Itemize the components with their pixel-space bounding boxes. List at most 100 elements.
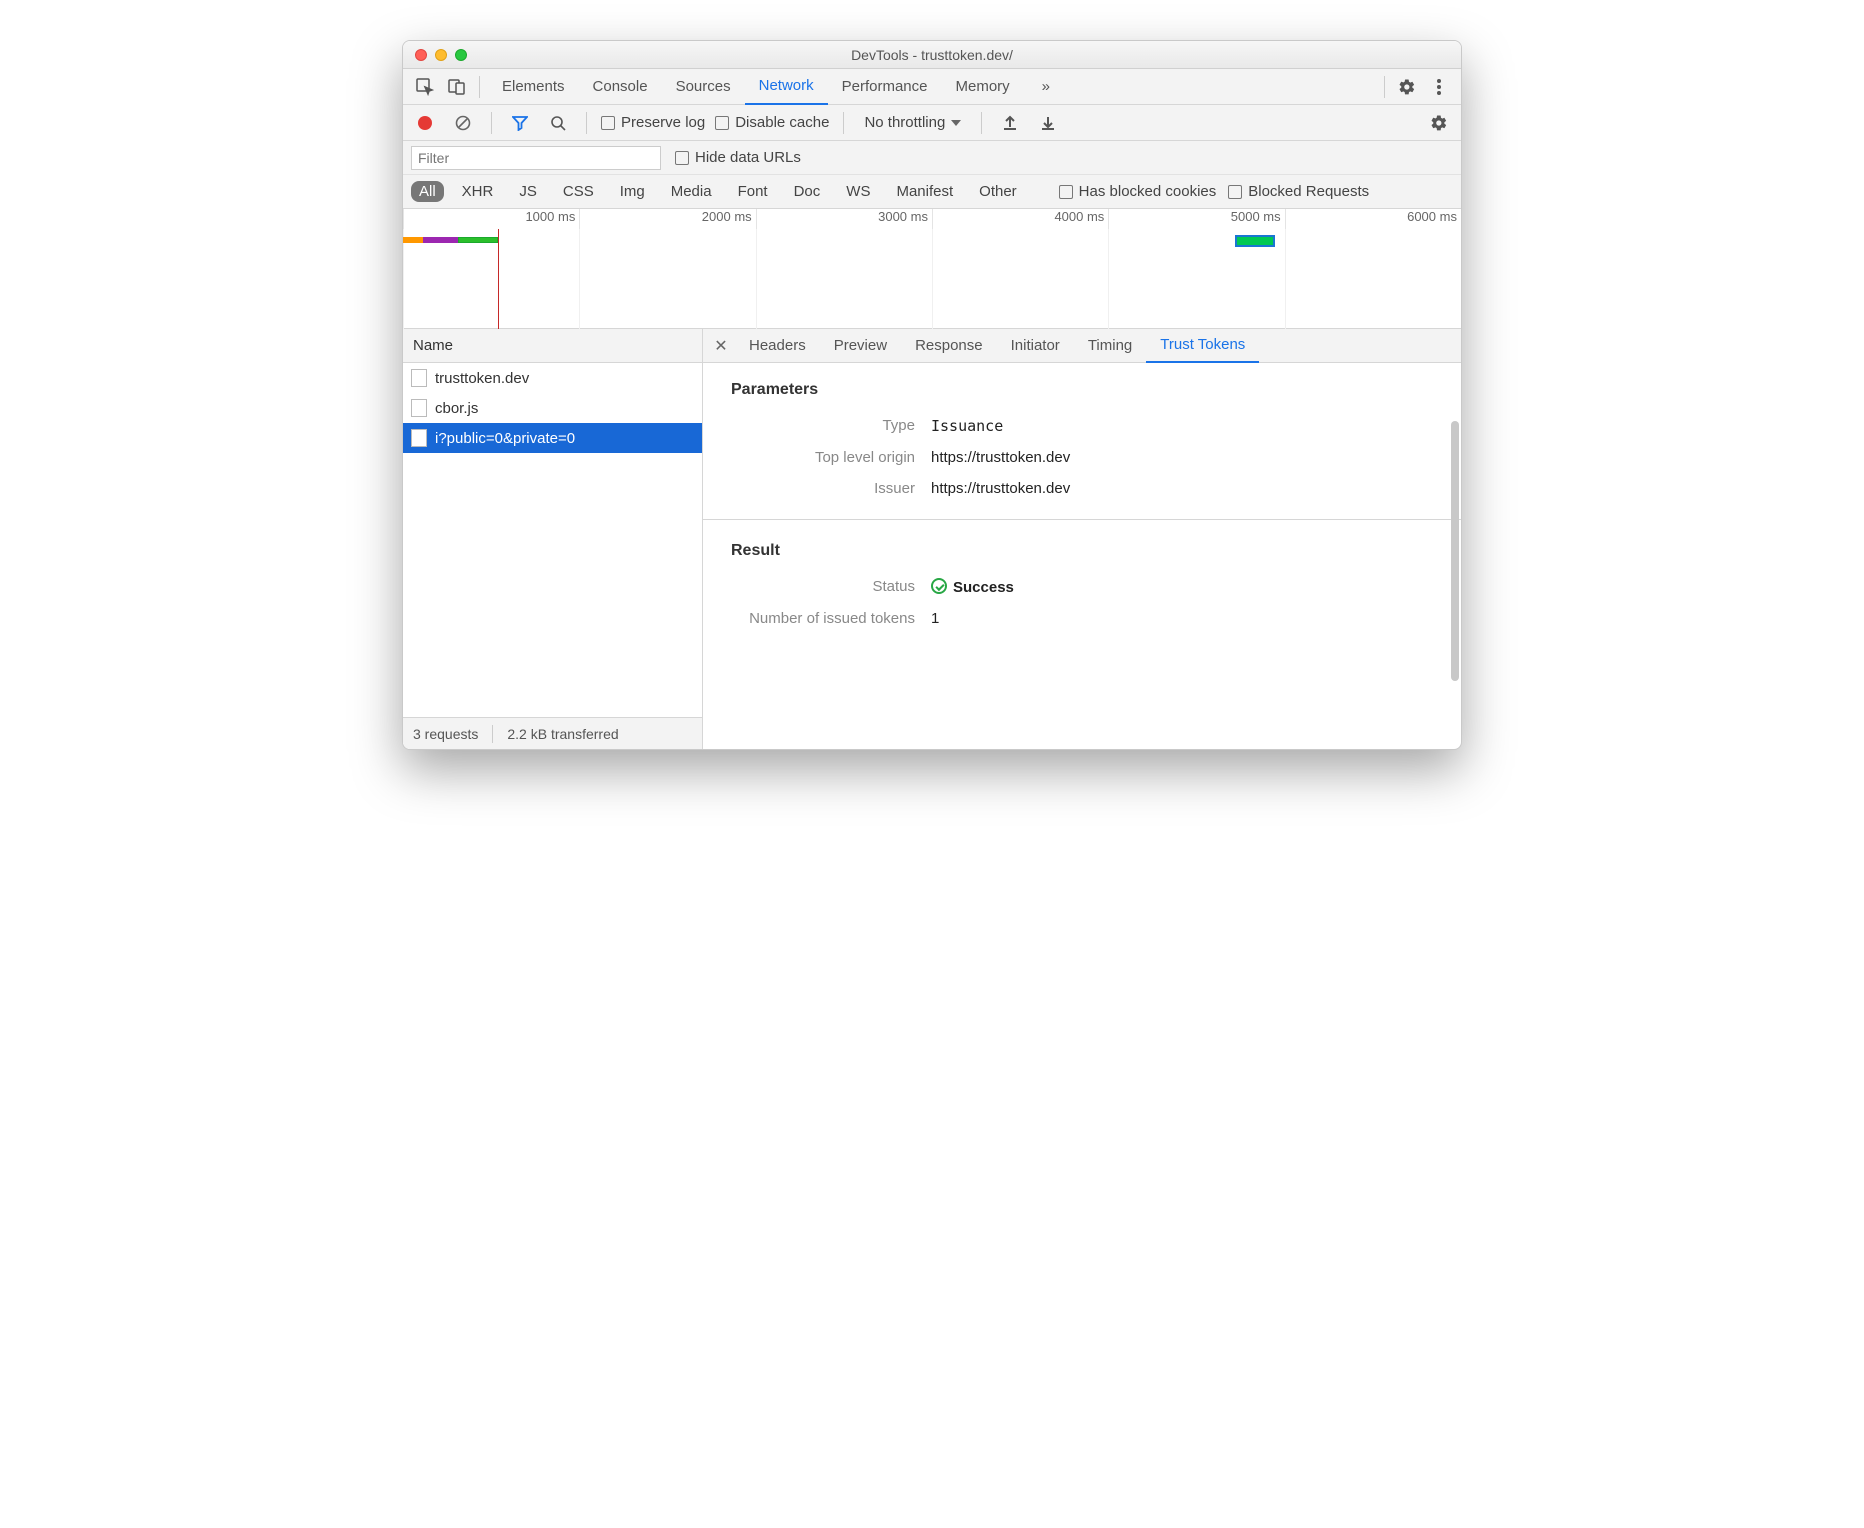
type-chip-js[interactable]: JS — [511, 181, 545, 202]
param-row: Issuerhttps://trusttoken.dev — [731, 480, 1433, 497]
type-chip-media[interactable]: Media — [663, 181, 720, 202]
detail-tabs: ✕ HeadersPreviewResponseInitiatorTimingT… — [703, 329, 1461, 363]
section-divider — [703, 519, 1461, 520]
tab-elements[interactable]: Elements — [488, 69, 579, 105]
status-value: Success — [931, 578, 1433, 596]
timeline-tick: 3000 ms — [756, 209, 932, 229]
download-har-icon[interactable] — [1034, 109, 1062, 137]
result-section-title: Result — [731, 542, 1433, 560]
document-icon — [411, 429, 427, 447]
divider — [586, 112, 587, 134]
trust-tokens-panel: Parameters TypeIssuanceTop level originh… — [703, 363, 1461, 749]
request-name: trusttoken.dev — [435, 370, 529, 387]
detail-tab-trust-tokens[interactable]: Trust Tokens — [1146, 329, 1259, 363]
document-icon — [411, 369, 427, 387]
type-chip-font[interactable]: Font — [730, 181, 776, 202]
type-chip-xhr[interactable]: XHR — [454, 181, 502, 202]
timeline-tick: 4000 ms — [932, 209, 1108, 229]
detail-tab-initiator[interactable]: Initiator — [997, 329, 1074, 363]
type-chip-img[interactable]: Img — [612, 181, 653, 202]
divider — [492, 725, 493, 743]
document-icon — [411, 399, 427, 417]
has-blocked-cookies-checkbox[interactable]: Has blocked cookies — [1059, 183, 1217, 200]
device-toolbar-icon[interactable] — [443, 73, 471, 101]
blocked-requests-checkbox[interactable]: Blocked Requests — [1228, 183, 1369, 200]
network-split-view: Name trusttoken.dev cbor.js i?public=0&pri… — [403, 329, 1461, 749]
overflow-tabs-button[interactable]: » — [1028, 69, 1064, 105]
request-item[interactable]: trusttoken.dev — [403, 363, 702, 393]
scrollbar[interactable] — [1451, 421, 1459, 681]
request-list-header: Name — [403, 329, 702, 363]
request-list: trusttoken.dev cbor.js i?public=0&private=… — [403, 363, 702, 717]
timeline-segment — [458, 237, 498, 243]
blocked-requests-label: Blocked Requests — [1248, 183, 1369, 200]
timeline-segment — [423, 237, 458, 243]
hide-data-urls-label: Hide data URLs — [695, 149, 801, 166]
status-bar: 3 requests 2.2 kB transferred — [403, 717, 702, 749]
param-key: Type — [731, 417, 931, 435]
type-chip-other[interactable]: Other — [971, 181, 1025, 202]
settings-gear-icon[interactable] — [1393, 73, 1421, 101]
clear-icon[interactable] — [449, 109, 477, 137]
tokens-key: Number of issued tokens — [731, 610, 931, 627]
type-chip-doc[interactable]: Doc — [786, 181, 829, 202]
param-key: Top level origin — [731, 449, 931, 466]
request-item[interactable]: i?public=0&private=0 — [403, 423, 702, 453]
filter-input[interactable] — [411, 146, 661, 170]
type-chip-all[interactable]: All — [411, 181, 444, 202]
timeline-marker — [1235, 235, 1275, 247]
request-name: cbor.js — [435, 400, 478, 417]
request-item[interactable]: cbor.js — [403, 393, 702, 423]
detail-tab-response[interactable]: Response — [901, 329, 997, 363]
timeline-tick: 2000 ms — [579, 209, 755, 229]
param-value: Issuance — [931, 417, 1433, 435]
has-blocked-cookies-label: Has blocked cookies — [1079, 183, 1217, 200]
detail-tab-headers[interactable]: Headers — [735, 329, 820, 363]
filter-funnel-icon[interactable] — [506, 109, 534, 137]
param-key: Issuer — [731, 480, 931, 497]
tab-network[interactable]: Network — [745, 69, 828, 105]
resource-type-filters: All XHR JS CSS Img Media Font Doc WS Manifest Othe… — [403, 175, 1461, 209]
param-row: Top level originhttps://trusttoken.dev — [731, 449, 1433, 466]
network-timeline[interactable]: 1000 ms2000 ms3000 ms4000 ms5000 ms6000 … — [403, 209, 1461, 329]
disable-cache-label: Disable cache — [735, 114, 829, 131]
inspect-element-icon[interactable] — [411, 73, 439, 101]
detail-tab-preview[interactable]: Preview — [820, 329, 901, 363]
detail-tab-timing[interactable]: Timing — [1074, 329, 1146, 363]
timeline-tick: 1000 ms — [403, 209, 579, 229]
tokens-value: 1 — [931, 610, 1433, 627]
hide-data-urls-checkbox[interactable]: Hide data URLs — [675, 149, 801, 166]
success-check-icon — [931, 578, 947, 594]
timeline-segment — [403, 237, 423, 243]
divider — [981, 112, 982, 134]
more-menu-icon[interactable] — [1425, 73, 1453, 101]
close-detail-button[interactable]: ✕ — [707, 336, 735, 356]
tab-sources[interactable]: Sources — [662, 69, 745, 105]
filter-row: Hide data URLs — [403, 141, 1461, 175]
network-settings-gear-icon[interactable] — [1425, 109, 1453, 137]
preserve-log-label: Preserve log — [621, 114, 705, 131]
request-list-pane: Name trusttoken.dev cbor.js i?public=0&pri… — [403, 329, 703, 749]
divider — [479, 76, 480, 98]
tab-memory[interactable]: Memory — [942, 69, 1024, 105]
tab-performance[interactable]: Performance — [828, 69, 942, 105]
network-toolbar: Preserve log Disable cache No throttling — [403, 105, 1461, 141]
type-chip-manifest[interactable]: Manifest — [888, 181, 961, 202]
type-chip-ws[interactable]: WS — [838, 181, 878, 202]
upload-har-icon[interactable] — [996, 109, 1024, 137]
status-key: Status — [731, 578, 931, 596]
devtools-window: DevTools - trusttoken.dev/ ElementsConso… — [402, 40, 1462, 750]
tab-console[interactable]: Console — [579, 69, 662, 105]
throttling-select[interactable]: No throttling — [858, 114, 967, 131]
disable-cache-checkbox[interactable]: Disable cache — [715, 114, 829, 131]
preserve-log-checkbox[interactable]: Preserve log — [601, 114, 705, 131]
chevron-down-icon — [951, 120, 961, 126]
transferred-size: 2.2 kB transferred — [507, 726, 618, 742]
record-button[interactable] — [411, 109, 439, 137]
type-chip-css[interactable]: CSS — [555, 181, 602, 202]
param-value: https://trusttoken.dev — [931, 480, 1433, 497]
divider — [1384, 76, 1385, 98]
request-count: 3 requests — [413, 726, 478, 742]
param-value: https://trusttoken.dev — [931, 449, 1433, 466]
search-icon[interactable] — [544, 109, 572, 137]
